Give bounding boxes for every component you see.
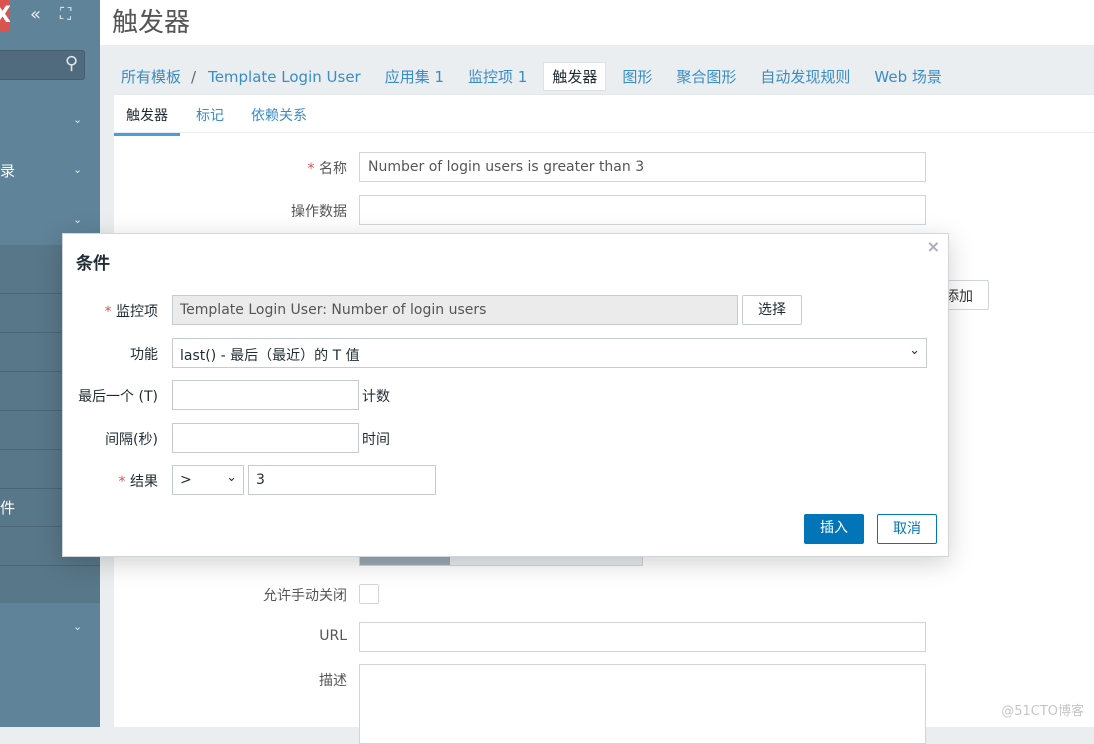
page-header: 触发器 bbox=[100, 0, 1094, 45]
chevron-down-icon[interactable]: ⌄ bbox=[73, 620, 82, 633]
last-count-label: 最后一个 (T) bbox=[78, 389, 158, 405]
logo[interactable]: X bbox=[0, 0, 10, 31]
interval-suffix: 时间 bbox=[362, 432, 390, 448]
result-value-input[interactable]: 3 bbox=[248, 465, 436, 495]
breadcrumb-all-templates[interactable]: 所有模板 bbox=[121, 66, 181, 87]
name-input[interactable]: Number of login users is greater than 3 bbox=[359, 152, 926, 182]
search-icon[interactable]: ⚲ bbox=[65, 53, 78, 74]
result-operator-select[interactable]: > ⌄ bbox=[172, 465, 244, 495]
breadcrumb: 所有模板 / Template Login User 应用集 1 监控项 1 触… bbox=[121, 62, 966, 91]
interval-input[interactable] bbox=[172, 423, 359, 453]
nav-applications[interactable]: 应用集 1 bbox=[385, 66, 444, 87]
interval-label: 间隔(秒) bbox=[105, 432, 158, 448]
url-label: URL bbox=[319, 628, 347, 644]
nav-items[interactable]: 监控项 1 bbox=[468, 66, 527, 87]
nav-graphs[interactable]: 图形 bbox=[622, 66, 652, 87]
dialog-title: 条件 bbox=[76, 254, 110, 274]
select-button[interactable]: 选择 bbox=[742, 295, 802, 325]
breadcrumb-separator: / bbox=[191, 67, 197, 86]
tab-tags[interactable]: 标记 bbox=[196, 105, 224, 125]
close-icon[interactable]: × bbox=[927, 237, 940, 256]
url-input[interactable] bbox=[359, 622, 926, 652]
sidebar-item-label[interactable]: 录 bbox=[0, 160, 15, 181]
description-textarea[interactable] bbox=[359, 664, 926, 744]
chevron-down-icon: ⌄ bbox=[226, 470, 237, 485]
sidebar-item-label[interactable]: 件 bbox=[0, 497, 15, 518]
opdata-input[interactable] bbox=[359, 195, 926, 225]
description-label: 描述 bbox=[319, 673, 347, 689]
result-label: * 结果 bbox=[118, 474, 158, 490]
tab-bar: 触发器 标记 依赖关系 bbox=[114, 95, 1094, 136]
divider bbox=[0, 565, 100, 566]
chevron-down-icon[interactable]: ⌄ bbox=[73, 163, 82, 176]
page-title: 触发器 bbox=[112, 8, 191, 38]
manual-close-checkbox[interactable] bbox=[359, 584, 379, 604]
name-label: * 名称 bbox=[307, 161, 347, 177]
watermark: @51CTO博客 bbox=[1001, 704, 1084, 719]
collapse-sidebar-icon[interactable]: « bbox=[30, 4, 41, 25]
chevron-down-icon[interactable]: ⌄ bbox=[73, 113, 82, 126]
item-label: * 监控项 bbox=[104, 304, 158, 320]
nav-web[interactable]: Web 场景 bbox=[874, 66, 941, 87]
chevron-down-icon: ⌄ bbox=[909, 343, 920, 358]
opdata-label: 操作数据 bbox=[291, 204, 347, 220]
tab-dependencies[interactable]: 依赖关系 bbox=[251, 105, 307, 125]
breadcrumb-template[interactable]: Template Login User bbox=[208, 68, 361, 86]
item-input[interactable]: Template Login User: Number of login use… bbox=[172, 295, 738, 325]
function-select[interactable]: last() - 最后（最近）的 T 值 ⌄ bbox=[172, 338, 927, 368]
last-count-input[interactable] bbox=[172, 380, 359, 410]
chevron-down-icon[interactable]: ⌄ bbox=[73, 213, 82, 226]
cancel-button[interactable]: 取消 bbox=[877, 514, 937, 544]
tab-trigger[interactable]: 触发器 bbox=[114, 105, 180, 136]
kiosk-mode-icon[interactable]: ⛶ bbox=[60, 4, 71, 24]
condition-dialog: 条件 × * 监控项 Template Login User: Number o… bbox=[62, 233, 949, 557]
function-label: 功能 bbox=[130, 347, 158, 363]
nav-screens[interactable]: 聚合图形 bbox=[676, 66, 736, 87]
search-input[interactable]: ⚲ bbox=[0, 50, 85, 80]
manual-close-label: 允许手动关闭 bbox=[263, 588, 347, 604]
nav-discovery[interactable]: 自动发现规则 bbox=[760, 66, 850, 87]
last-count-suffix: 计数 bbox=[362, 389, 390, 405]
insert-button[interactable]: 插入 bbox=[804, 514, 864, 544]
nav-triggers[interactable]: 触发器 bbox=[543, 62, 607, 91]
